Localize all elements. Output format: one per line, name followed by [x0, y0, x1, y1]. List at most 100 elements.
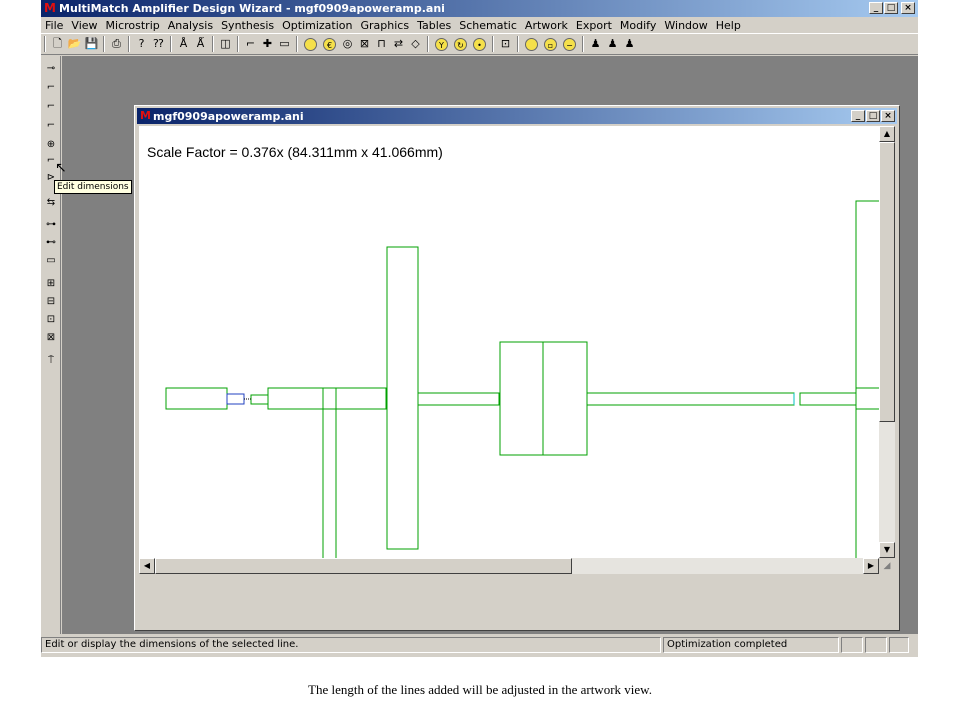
mouse-pointer-icon: ↖: [55, 160, 67, 176]
circle-b-icon[interactable]: [525, 37, 538, 51]
vertical-toolbar: ⊸ ⌐ ⌐ ⌐ ⊕ ⌐ ⊳ ⇆ ⊶ ⊷ ▭ ⊞ ⊟ ⊡ ⊠ ⍑: [41, 56, 61, 634]
open-folder-icon[interactable]: 📂: [67, 36, 82, 52]
child-close-button[interactable]: ×: [881, 110, 895, 122]
equals-icon[interactable]: ⇄: [391, 36, 406, 52]
vt-3-icon[interactable]: ⌐: [44, 100, 58, 114]
frame-icon[interactable]: ⊡: [498, 36, 513, 52]
tee-icon[interactable]: ⊓: [374, 36, 389, 52]
app-logo-icon: M: [44, 1, 56, 15]
cross-icon[interactable]: ✚: [260, 36, 275, 52]
line-a-icon[interactable]: Å: [176, 36, 191, 52]
vt-5-icon[interactable]: ⊕: [44, 138, 58, 152]
person-c-icon[interactable]: ♟: [622, 36, 637, 52]
y-icon[interactable]: Y: [435, 37, 448, 51]
artwork-selected: [226, 393, 245, 405]
vertical-scroll-thumb[interactable]: [879, 142, 895, 422]
scroll-down-button[interactable]: ▼: [879, 542, 895, 558]
tooltip: Edit dimensions: [54, 180, 132, 194]
artwork-titlebar: M mgf0909apoweramp.ani _ □ ×: [137, 108, 897, 124]
line-b-icon[interactable]: Ǻ: [193, 36, 208, 52]
vt-2-icon[interactable]: ⌐: [44, 81, 58, 95]
menu-graphics[interactable]: Graphics: [357, 19, 414, 32]
toolbar-separator: [128, 36, 130, 52]
box-icon[interactable]: ▭: [277, 36, 292, 52]
square-icon[interactable]: ▫: [544, 37, 557, 51]
vt-10-icon[interactable]: ⊷: [44, 236, 58, 250]
menu-artwork[interactable]: Artwork: [521, 19, 572, 32]
vertical-scrollbar[interactable]: ▲ ▼: [879, 126, 895, 558]
artwork-stub: [386, 246, 419, 550]
save-icon[interactable]: 💾: [84, 36, 99, 52]
artwork-window: M mgf0909apoweramp.ani _ □ × Scale Facto…: [134, 105, 900, 631]
status-message: Edit or display the dimensions of the se…: [41, 637, 661, 653]
toolbar-separator: [103, 36, 105, 52]
doc-logo-icon: M: [140, 109, 151, 122]
artwork-drawing[interactable]: [139, 126, 879, 558]
diamond-icon[interactable]: ◇: [408, 36, 423, 52]
print-icon[interactable]: ⎙: [109, 36, 124, 52]
menu-bar: File View Microstrip Analysis Synthesis …: [41, 17, 918, 33]
app-title: MultiMatch Amplifier Design Wizard - mgf…: [59, 2, 445, 15]
child-maximize-button[interactable]: □: [866, 110, 880, 122]
x-box-icon[interactable]: ⊠: [357, 36, 372, 52]
menu-file[interactable]: File: [41, 19, 67, 32]
toolbar-separator: [170, 36, 172, 52]
mdi-workspace: M mgf0909apoweramp.ani _ □ × Scale Facto…: [62, 56, 918, 634]
vt-16-icon[interactable]: ⍑: [44, 354, 58, 368]
vt-11-icon[interactable]: ▭: [44, 254, 58, 268]
vt-12-icon[interactable]: ⊞: [44, 277, 58, 291]
horizontal-scroll-thumb[interactable]: [155, 558, 572, 574]
artwork-line: [799, 392, 857, 406]
artwork-canvas[interactable]: Scale Factor = 0.376x (84.311mm x 41.066…: [139, 126, 879, 558]
vt-9-icon[interactable]: ⊶: [44, 218, 58, 232]
vt-1-icon[interactable]: ⊸: [44, 62, 58, 76]
help-icon[interactable]: ?: [134, 36, 149, 52]
close-button[interactable]: ×: [901, 2, 915, 14]
coin-icon[interactable]: €: [323, 37, 336, 51]
menu-synthesis[interactable]: Synthesis: [217, 19, 278, 32]
menu-optimization[interactable]: Optimization: [278, 19, 356, 32]
circle-icon[interactable]: [304, 37, 317, 51]
scroll-right-button[interactable]: ▶: [863, 558, 879, 574]
scroll-up-button[interactable]: ▲: [879, 126, 895, 142]
menu-tables[interactable]: Tables: [413, 19, 455, 32]
menu-help[interactable]: Help: [712, 19, 745, 32]
ring-icon[interactable]: ◎: [340, 36, 355, 52]
artwork-stub: [855, 200, 879, 558]
menu-analysis[interactable]: Analysis: [164, 19, 217, 32]
vt-13-icon[interactable]: ⊟: [44, 295, 58, 309]
menu-view[interactable]: View: [67, 19, 101, 32]
vt-8-icon[interactable]: ⇆: [44, 196, 58, 210]
vt-15-icon[interactable]: ⊠: [44, 331, 58, 345]
scroll-left-button[interactable]: ◀: [139, 558, 155, 574]
vt-14-icon[interactable]: ⊡: [44, 313, 58, 327]
maximize-button[interactable]: □: [884, 2, 898, 14]
new-file-icon[interactable]: 🗋: [50, 36, 65, 52]
dim-icon[interactable]: ◫: [218, 36, 233, 52]
menu-microstrip[interactable]: Microstrip: [102, 19, 164, 32]
status-panel-empty: [889, 637, 909, 653]
menu-export[interactable]: Export: [572, 19, 616, 32]
menu-window[interactable]: Window: [660, 19, 711, 32]
toolbar-separator: [427, 36, 429, 52]
slide-caption: The length of the lines added will be ad…: [308, 682, 652, 697]
artwork-pad: [165, 387, 228, 410]
bend-icon[interactable]: ⌐: [243, 36, 258, 52]
minimize-button[interactable]: _: [869, 2, 883, 14]
person-a-icon[interactable]: ♟: [588, 36, 603, 52]
minus-circle-icon[interactable]: −: [563, 37, 576, 51]
person-b-icon[interactable]: ♟: [605, 36, 620, 52]
child-minimize-button[interactable]: _: [851, 110, 865, 122]
toolbar-separator: [492, 36, 494, 52]
dot-icon[interactable]: •: [473, 37, 486, 51]
vt-4-icon[interactable]: ⌐: [44, 119, 58, 133]
rotate-icon[interactable]: ↻: [454, 37, 467, 51]
horizontal-scrollbar[interactable]: ◀ ▶: [139, 558, 879, 574]
context-help-icon[interactable]: ⁇: [151, 36, 166, 52]
resize-grip-icon[interactable]: ◢: [879, 558, 895, 574]
toolbar-separator: [237, 36, 239, 52]
menu-modify[interactable]: Modify: [616, 19, 660, 32]
toolbar-separator: [517, 36, 519, 52]
menu-schematic[interactable]: Schematic: [455, 19, 521, 32]
toolbar-separator: [212, 36, 214, 52]
